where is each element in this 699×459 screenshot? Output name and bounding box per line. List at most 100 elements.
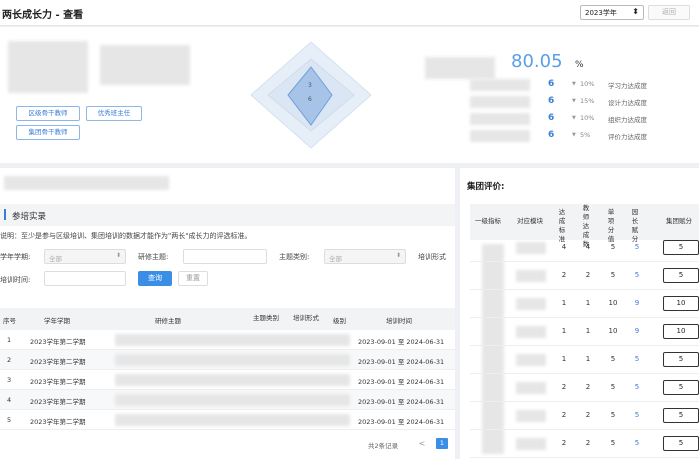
redacted-module <box>516 354 546 366</box>
cell-score: 5 <box>610 355 616 363</box>
cell-time: 2023-09-01 至 2024-06-31 <box>358 338 445 346</box>
col-theme: 研修主题 <box>155 317 181 325</box>
select-arrow-icon: ⬍ <box>395 252 401 259</box>
redacted-metric-3 <box>470 113 530 125</box>
cell-standard: 2 <box>561 439 567 447</box>
select-arrow-icon: ⬍ <box>632 7 639 16</box>
cell-term: 2023学年第二学期 <box>30 378 86 386</box>
year-select[interactable]: 2023学年 ⬍ <box>580 5 644 20</box>
col-first-index: 一级指标 <box>475 217 501 225</box>
metric-value: 6 <box>548 96 555 106</box>
cell-principal: 5 <box>634 355 640 363</box>
metric-organizing: 6 ▼ 10% 组织力达成度 <box>548 113 698 125</box>
summary-card: 区级骨干教师 优秀班主任 集团骨干教师 3 6 80.05 % 6 ▼ 10% … <box>0 27 699 163</box>
cell-term: 2023学年第二学期 <box>30 418 86 426</box>
eval-row: 4 4 5 5 5 <box>470 234 699 262</box>
table-row: 5 2023学年第二学期 2023-09-01 至 2024-06-31 <box>0 410 455 430</box>
tag-excellent-teacher: 优秀班主任 <box>86 106 142 121</box>
cell-score: 5 <box>610 271 616 279</box>
filter-year-select[interactable]: 全部 ⬍ <box>44 249 126 264</box>
redacted-module <box>516 410 546 422</box>
cell-count: 2 <box>585 439 591 447</box>
cell-no: 3 <box>7 376 12 384</box>
cell-count: 2 <box>585 383 591 391</box>
triangle-down-icon: ▼ <box>572 115 576 121</box>
training-panel: 参培实录 说明：至少是参与区级培训、集团培训的数据才能作为"两长"成长力的评选标… <box>0 168 455 459</box>
page-header: 两长成长力 - 查看 2023学年 ⬍ 返回 <box>0 0 699 26</box>
group-score-input[interactable]: 5 <box>663 436 699 451</box>
col-term: 学年学期 <box>44 317 70 325</box>
filter-time-input[interactable] <box>44 271 126 286</box>
cell-principal: 5 <box>634 383 640 391</box>
group-score-input[interactable]: 10 <box>663 296 699 311</box>
section-title: 参培实录 <box>12 212 47 222</box>
redacted-module <box>516 270 546 282</box>
triangle-down-icon: ▼ <box>572 81 576 87</box>
group-score-input[interactable]: 10 <box>663 324 699 339</box>
table-row: 4 2023学年第二学期 2023-09-01 至 2024-06-31 <box>0 390 455 410</box>
redacted-cells <box>115 334 350 346</box>
radar-label-3: 3 <box>308 82 312 89</box>
cell-count: 1 <box>585 327 591 335</box>
cell-standard: 2 <box>561 383 567 391</box>
pager-page-1[interactable]: 1 <box>436 438 448 449</box>
cell-count: 2 <box>585 271 591 279</box>
redacted-module <box>516 438 546 450</box>
metric-learning: 6 ▼ 10% 学习力达成度 <box>548 79 698 91</box>
eval-row: 1 1 5 5 5 <box>470 346 699 374</box>
redacted-info <box>100 45 190 85</box>
pager-total: 共2条记录 <box>368 442 399 450</box>
metric-value: 6 <box>548 130 555 140</box>
filter-type-label: 主题类别: <box>279 253 310 261</box>
cell-score: 5 <box>610 411 616 419</box>
cell-term: 2023学年第二学期 <box>30 338 86 346</box>
metric-design: 6 ▼ 15% 设计力达成度 <box>548 96 698 108</box>
back-button[interactable]: 返回 <box>648 5 690 20</box>
triangle-down-icon: ▼ <box>572 98 576 104</box>
redacted-cells <box>115 354 350 366</box>
filter-time-label: 培训时间: <box>0 276 31 284</box>
filter-type-select[interactable]: 全部 ⬍ <box>324 249 406 264</box>
eval-row: 1 1 10 9 10 <box>470 290 699 318</box>
group-eval-panel: 集团评价: 一级指标 对应模块 达成标准 教师达成数 单项分值 园长赋分 集团赋… <box>460 168 699 459</box>
col-form: 培训形式 <box>293 314 319 322</box>
redacted-module <box>516 298 546 310</box>
eval-row: 1 1 10 9 10 <box>470 318 699 346</box>
triangle-down-icon: ▼ <box>572 132 576 138</box>
overall-score: 80.05 <box>511 51 563 72</box>
table-row: 1 2023学年第二学期 2023-09-01 至 2024-06-31 <box>0 330 455 350</box>
col-time: 培训时间 <box>386 317 412 325</box>
cell-principal: 9 <box>634 327 640 335</box>
redacted-module <box>516 242 546 254</box>
eval-row: 2 2 5 5 5 <box>470 262 699 290</box>
year-select-value: 2023学年 <box>585 9 617 17</box>
col-group-score: 集团赋分 <box>666 217 692 225</box>
col-no: 序号 <box>3 317 16 325</box>
group-score-input[interactable]: 5 <box>663 408 699 423</box>
cell-term: 2023学年第二学期 <box>30 358 86 366</box>
section-header: 参培实录 <box>0 204 455 226</box>
group-score-input[interactable]: 5 <box>663 352 699 367</box>
reset-button[interactable]: 重置 <box>178 271 208 286</box>
cell-time: 2023-09-01 至 2024-06-31 <box>358 358 445 366</box>
training-note: 说明：至少是参与区级培训、集团培训的数据才能作为"两长"成长力的评选标准。 <box>0 232 252 240</box>
group-eval-title: 集团评价: <box>467 182 505 192</box>
group-score-input[interactable]: 5 <box>663 380 699 395</box>
metric-value: 6 <box>548 79 555 89</box>
group-score-input[interactable]: 5 <box>663 268 699 283</box>
query-button[interactable]: 查询 <box>138 271 172 286</box>
filter-theme-input[interactable] <box>183 249 267 264</box>
cell-principal: 5 <box>634 271 640 279</box>
cell-no: 4 <box>7 396 12 404</box>
redacted-cells <box>115 394 350 406</box>
cell-term: 2023学年第二学期 <box>30 398 86 406</box>
filter-type-value: 全部 <box>329 255 342 263</box>
cell-time: 2023-09-01 至 2024-06-31 <box>358 418 445 426</box>
section-accent-bar <box>4 209 6 220</box>
redacted-metric-1 <box>470 79 530 91</box>
radar-chart: 3 6 <box>250 41 372 149</box>
group-score-input[interactable]: 5 <box>663 240 699 255</box>
redacted-cells <box>115 374 350 386</box>
pager-prev-button[interactable]: < <box>416 438 428 449</box>
filter-form-label: 培训形式 <box>418 253 446 261</box>
